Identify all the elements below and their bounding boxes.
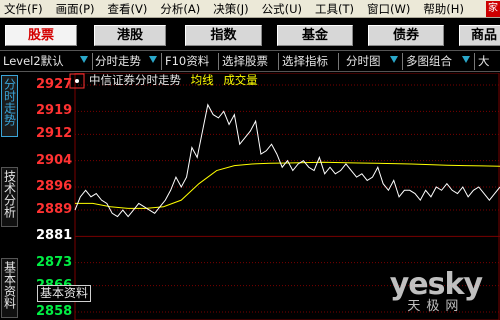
toolbar-divider xyxy=(278,53,279,70)
tab-stocks[interactable]: 股票 xyxy=(5,25,77,46)
chart-title: 中信证券分时走势 xyxy=(89,73,181,87)
tab-hk-stocks[interactable]: 港股 xyxy=(94,25,166,46)
menu-analysis[interactable]: 分析(A) xyxy=(154,0,207,18)
chart-dropdown-arrow-icon[interactable] xyxy=(390,56,398,63)
toolbar-multi-chart[interactable]: 多图组合 xyxy=(406,53,452,70)
menu-bar: 文件(F) 画面(P) 查看(V) 分析(A) 决策(J) 公式(U) 工具(T… xyxy=(0,0,500,18)
menu-decision[interactable]: 决策(J) xyxy=(207,0,255,18)
toolbar: Level2默认 分时走势 F10资料 选择股票 选择指标 分时图 多图组合 大 xyxy=(0,50,500,72)
fundamentals-tooltip: 基本资料 xyxy=(37,285,92,302)
menu-tools[interactable]: 工具(T) xyxy=(309,0,361,18)
toolbar-divider xyxy=(218,53,219,70)
legend-average-line[interactable]: 均线 xyxy=(191,73,214,87)
tab-funds[interactable]: 基金 xyxy=(277,25,353,46)
average-line xyxy=(75,161,500,209)
toolbar-divider xyxy=(402,53,403,70)
toolbar-divider xyxy=(474,53,475,70)
watermark-logo: yesky 天极网 xyxy=(389,267,483,314)
price-tick-label: 2927 xyxy=(36,77,73,92)
price-tick-label: 2889 xyxy=(36,202,73,217)
intraday-chart[interactable]: 中信证券分时走势 均线 成交量 2927 2919 2912 2904 2896 2889… xyxy=(19,73,500,320)
watermark-logo-subtext: 天极网 xyxy=(407,299,465,314)
price-tick-label: 2912 xyxy=(36,126,73,142)
toolbar-select-stock[interactable]: 选择股票 xyxy=(222,53,268,70)
chart-legend: 中信证券分时走势 均线 成交量 xyxy=(89,73,258,87)
sidetab-fundamentals[interactable]: 基本资料 xyxy=(1,258,18,318)
sidetab-technical[interactable]: 技术分析 xyxy=(1,167,18,227)
watermark-logo-mark: yesky xyxy=(389,267,483,302)
price-tick-label: 2881 xyxy=(36,228,73,244)
toolbar-f10[interactable]: F10资料 xyxy=(165,53,209,70)
price-tick-label: 2919 xyxy=(36,103,73,119)
crosshair-dot-icon xyxy=(75,79,79,83)
level2-dropdown-arrow-icon[interactable] xyxy=(80,56,88,63)
sidetab-technical-label: 技术分析 xyxy=(2,170,17,218)
price-tick-label: 2896 xyxy=(36,178,73,194)
tab-commodities[interactable]: 商品 xyxy=(459,25,500,46)
sidetab-intraday[interactable]: 分时走势 xyxy=(1,75,18,137)
toolbar-large[interactable]: 大 xyxy=(478,53,490,70)
toolbar-select-indicator[interactable]: 选择指标 xyxy=(282,53,328,70)
toolbar-level2-default[interactable]: Level2默认 xyxy=(3,53,64,70)
side-tabs: 分时走势 技术分析 基本资料 xyxy=(0,73,19,320)
price-tick-label: 2873 xyxy=(36,254,73,270)
menu-formula[interactable]: 公式(U) xyxy=(256,0,309,18)
multi-chart-dropdown-arrow-icon[interactable] xyxy=(462,56,470,63)
toolbar-intraday-chart[interactable]: 分时图 xyxy=(346,53,381,70)
menu-view[interactable]: 查看(V) xyxy=(102,0,155,18)
toolbar-divider xyxy=(92,53,93,70)
tab-index[interactable]: 指数 xyxy=(185,25,262,46)
menu-window[interactable]: 窗口(W) xyxy=(361,0,417,18)
price-tick-label: 2858 xyxy=(36,304,73,319)
toolbar-divider xyxy=(338,53,339,70)
market-tabs: 股票 港股 指数 基金 债券 商品 xyxy=(0,19,500,50)
toolbar-divider xyxy=(161,53,162,70)
sidetab-fundamentals-label: 基本资料 xyxy=(2,261,17,309)
menu-screen[interactable]: 画面(P) xyxy=(50,0,102,18)
intraday-dropdown-arrow-icon[interactable] xyxy=(149,56,157,63)
sidetab-intraday-label: 分时走势 xyxy=(2,78,17,126)
app-logo-icon: 家 xyxy=(486,1,500,17)
menu-help[interactable]: 帮助(H) xyxy=(417,0,471,18)
tab-bonds[interactable]: 债券 xyxy=(368,25,444,46)
menu-file[interactable]: 文件(F) xyxy=(0,0,50,18)
toolbar-intraday[interactable]: 分时走势 xyxy=(95,53,141,70)
price-tick-label: 2904 xyxy=(36,152,73,168)
legend-volume[interactable]: 成交量 xyxy=(223,73,258,87)
